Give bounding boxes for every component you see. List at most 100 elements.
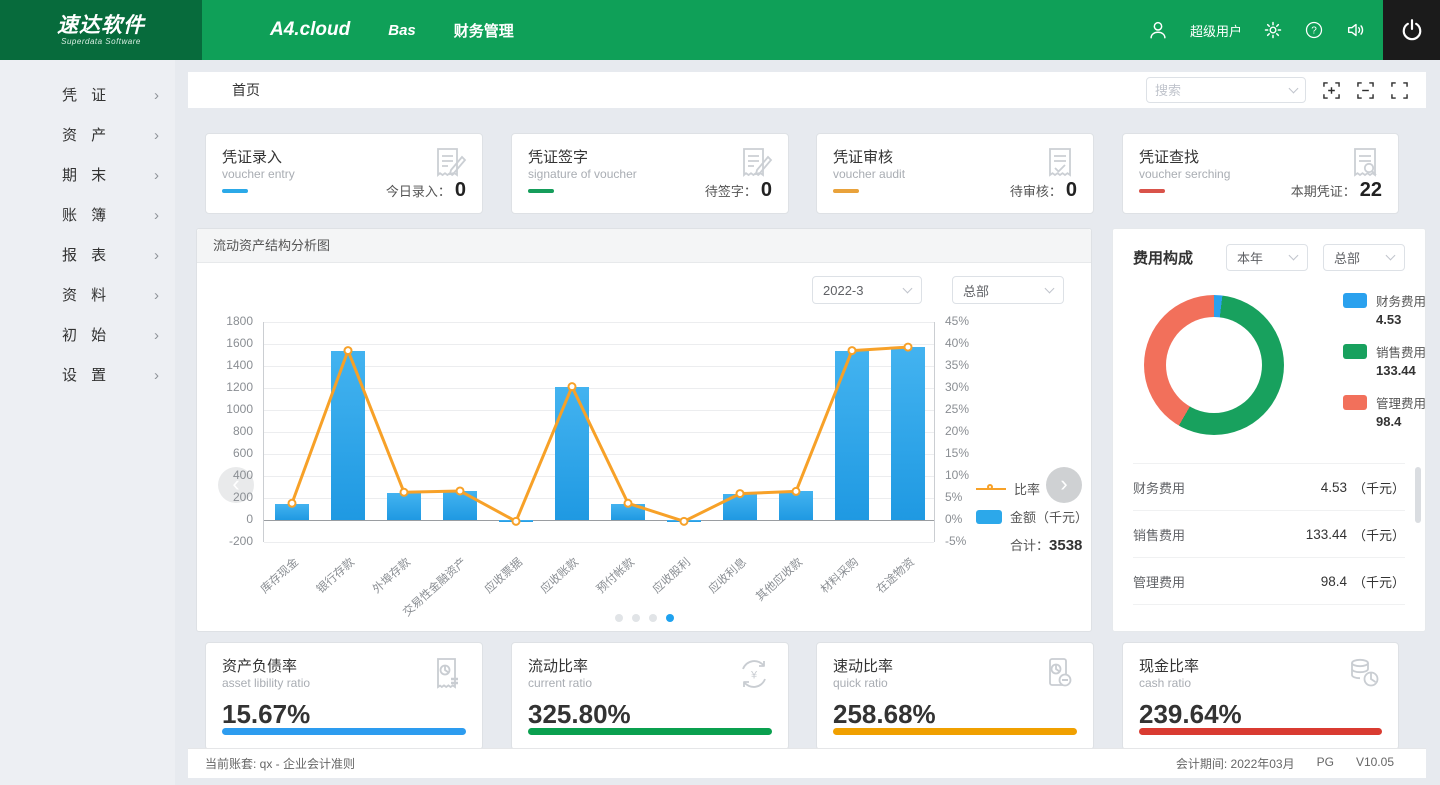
card-asset-liability-ratio[interactable]: 资产负债率 asset libility ratio 15.67% — [205, 642, 483, 750]
legend-item-finance[interactable]: 财务费用 4.53 — [1343, 291, 1426, 327]
logo-subtitle: Superdata Software — [61, 37, 141, 46]
coins-pie-icon — [1343, 653, 1385, 695]
progress-bar — [1139, 728, 1382, 735]
legend-item-admin[interactable]: 管理费用 98.4 — [1343, 393, 1426, 429]
user-icon[interactable] — [1147, 19, 1169, 41]
settings-gear-icon[interactable] — [1263, 20, 1283, 40]
card-voucher-signature[interactable]: 凭证签字 signature of voucher 待签字：0 — [511, 133, 789, 214]
card-voucher-search[interactable]: 凭证查找 voucher serching 本期凭证：22 — [1122, 133, 1399, 214]
sidebar-item-period-end[interactable]: 期 末› — [0, 156, 175, 196]
sidebar-item-label: 凭 证 — [62, 87, 111, 104]
tab-home[interactable]: 首页 — [232, 80, 260, 100]
expense-period-select[interactable]: 本年 — [1226, 244, 1308, 271]
swatch — [1343, 293, 1367, 308]
logo[interactable]: 速达软件 Superdata Software — [0, 0, 202, 60]
card-title: 凭证查找 — [1139, 146, 1199, 167]
sidebar-item-label: 期 末 — [62, 167, 111, 184]
legend-item-sales[interactable]: 销售费用 133.44 — [1343, 342, 1426, 378]
sidebar: 凭 证› 资 产› 期 末› 账 簿› 报 表› 资 料› 初 始› 设 置› — [0, 60, 175, 785]
left-axis-tick: 200 — [197, 490, 253, 504]
right-axis-tick: 40% — [945, 336, 969, 350]
card-current-ratio[interactable]: 流动比率 current ratio ¥ 325.80% — [511, 642, 789, 750]
device-coin-icon — [1038, 653, 1080, 695]
zoom-out-icon[interactable] — [1357, 82, 1374, 99]
card-cash-ratio[interactable]: 现金比率 cash ratio 239.64% — [1122, 642, 1399, 750]
sidebar-item-assets[interactable]: 资 产› — [0, 116, 175, 156]
legend-total: 合计：3538 — [1010, 535, 1088, 554]
header-right: 超级用户 ? — [1147, 19, 1367, 41]
right-axis-tick: 20% — [945, 424, 969, 438]
expense-panel: 费用构成 本年 总部 财务费用 4.53 销售费用 — [1112, 228, 1426, 632]
username[interactable]: 超级用户 — [1190, 21, 1242, 40]
expense-row-admin[interactable]: 管理费用 98.4 （千元） — [1133, 558, 1405, 605]
legend-ratio-label: 比率 — [1014, 479, 1040, 498]
zoom-in-icon[interactable] — [1323, 82, 1340, 99]
sidebar-item-settings[interactable]: 设 置› — [0, 356, 175, 396]
voucher-pen-icon — [735, 144, 775, 184]
header: 速达软件 Superdata Software A4.cloud Bas 财务管… — [0, 0, 1440, 60]
fullscreen-icon[interactable] — [1391, 82, 1408, 99]
carousel-next-button[interactable]: › — [1046, 467, 1082, 503]
footer: 当前账套: qx - 企业会计准则 会计期间: 2022年03月 PG V10.… — [188, 748, 1426, 778]
chevron-right-icon: › — [154, 116, 159, 156]
right-axis-tick: 35% — [945, 358, 969, 372]
chart-panel-title: 流动资产结构分析图 — [197, 229, 1091, 263]
accent-dash — [222, 189, 248, 193]
card-voucher-audit[interactable]: 凭证审核 voucher audit 待审核：0 — [816, 133, 1094, 214]
chevron-down-icon — [1289, 250, 1299, 260]
nav-module-finance[interactable]: 财务管理 — [454, 20, 514, 41]
scrollbar-thumb[interactable] — [1415, 467, 1421, 523]
expense-panel-title: 费用构成 — [1133, 247, 1193, 268]
period-select-value: 2022-3 — [823, 283, 863, 298]
logout-power-button[interactable] — [1383, 0, 1440, 60]
expense-org-select[interactable]: 总部 — [1323, 244, 1405, 271]
speaker-icon[interactable] — [1345, 19, 1367, 41]
right-axis-tick: -5% — [945, 534, 966, 548]
chevron-right-icon: › — [154, 276, 159, 316]
right-axis-tick: 45% — [945, 314, 969, 328]
card-subtitle: voucher audit — [833, 167, 905, 181]
svg-text:?: ? — [1311, 26, 1317, 37]
help-icon[interactable]: ? — [1304, 20, 1324, 40]
ratio-value: 258.68% — [833, 699, 936, 730]
ratio-line — [264, 322, 936, 542]
sidebar-item-books[interactable]: 账 簿› — [0, 196, 175, 236]
sidebar-item-voucher[interactable]: 凭 证› — [0, 76, 175, 116]
sidebar-item-label: 设 置 — [62, 367, 111, 384]
right-axis-tick: 10% — [945, 468, 969, 482]
right-axis-tick: 25% — [945, 402, 969, 416]
ratio-line-sample — [976, 488, 1006, 490]
card-title: 凭证录入 — [222, 146, 282, 167]
nav-edition[interactable]: Bas — [388, 22, 416, 39]
card-title: 速动比率 — [833, 655, 893, 676]
carousel-dot[interactable] — [649, 614, 657, 622]
nav-product[interactable]: A4.cloud — [270, 19, 350, 41]
left-axis-tick: 800 — [197, 424, 253, 438]
card-voucher-entry[interactable]: 凭证录入 voucher entry 今日录入：0 — [205, 133, 483, 214]
left-axis-tick: 1800 — [197, 314, 253, 328]
card-quick-ratio[interactable]: 速动比率 quick ratio 258.68% — [816, 642, 1094, 750]
expense-row-sales[interactable]: 销售费用 133.44 （千元） — [1133, 511, 1405, 558]
search-input[interactable] — [1155, 83, 1275, 98]
donut-hole — [1166, 317, 1262, 413]
org-select[interactable]: 总部 — [952, 276, 1064, 304]
voucher-check-icon — [1040, 144, 1080, 184]
expense-row-finance[interactable]: 财务费用 4.53 （千元） — [1133, 464, 1405, 511]
swatch — [1343, 395, 1367, 410]
sidebar-item-label: 资 料 — [62, 287, 111, 304]
card-title: 资产负债率 — [222, 655, 297, 676]
left-axis-tick: 1600 — [197, 336, 253, 350]
topbar: 首页 — [188, 72, 1426, 108]
sidebar-item-reports[interactable]: 报 表› — [0, 236, 175, 276]
chevron-right-icon: › — [154, 316, 159, 356]
sidebar-item-initial[interactable]: 初 始› — [0, 316, 175, 356]
left-axis-tick: 1000 — [197, 402, 253, 416]
logo-title: 速达软件 — [57, 15, 145, 37]
sidebar-item-data[interactable]: 资 料 › — [0, 276, 175, 316]
card-subtitle: asset libility ratio — [222, 676, 310, 690]
legend-amount[interactable]: 金额（千元） — [976, 507, 1088, 526]
accent-dash — [1139, 189, 1165, 193]
period-select[interactable]: 2022-3 — [812, 276, 922, 304]
card-title: 流动比率 — [528, 655, 588, 676]
expense-org-value: 总部 — [1334, 248, 1360, 267]
